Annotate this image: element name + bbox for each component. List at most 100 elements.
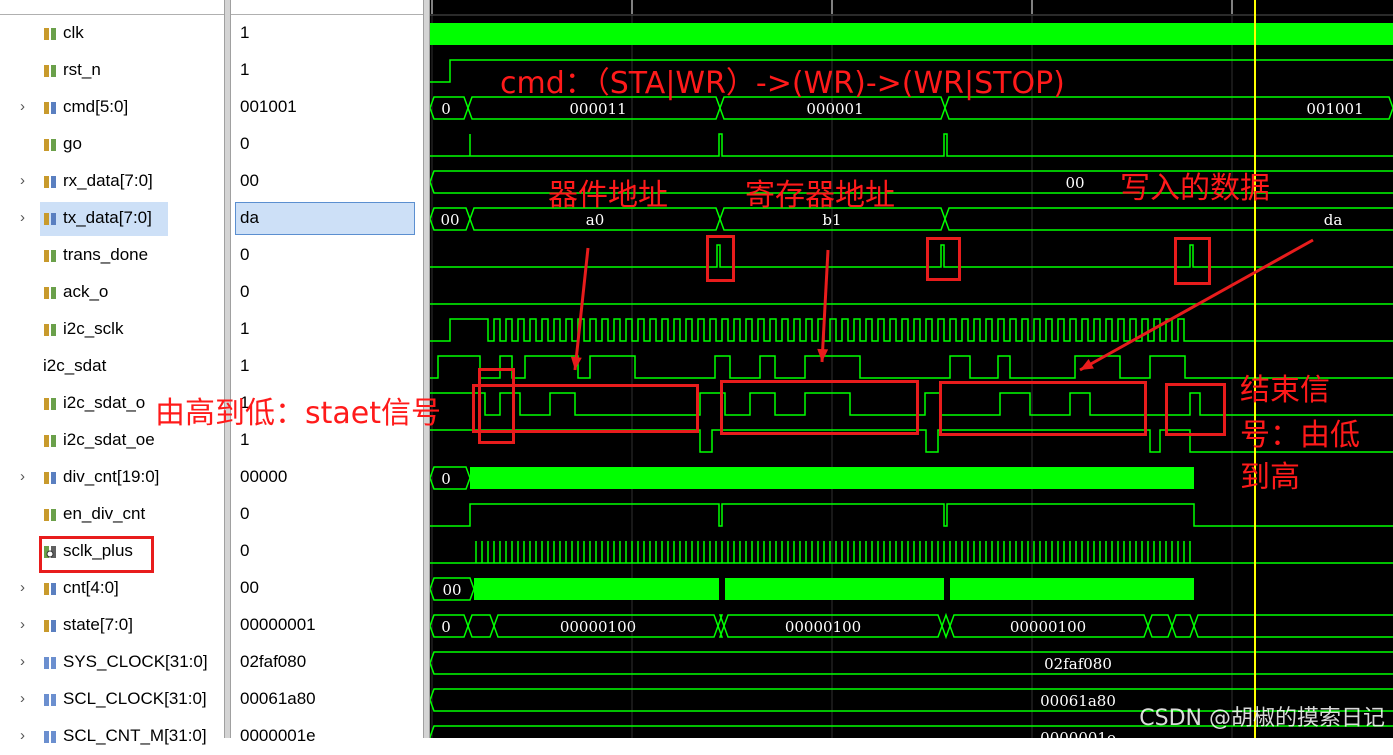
signal-name: SCL_CLOCK[31:0] (63, 689, 207, 708)
value-row[interactable]: 0 (231, 126, 423, 163)
signal-name: tx_data[7:0] (63, 208, 152, 227)
div-cnt-value-label: 0 (441, 470, 451, 488)
signal-value: 1 (240, 23, 250, 42)
annotation-device-addr: 器件地址 (548, 178, 668, 213)
expand-chevron-icon[interactable]: › (20, 209, 25, 226)
expand-chevron-icon[interactable]: › (20, 616, 25, 633)
bus-icon (44, 213, 56, 225)
signal-value: 00000 (240, 467, 288, 486)
highlight-trans-done-3 (1174, 237, 1211, 285)
signal-row[interactable]: go (0, 126, 224, 163)
expand-chevron-icon[interactable]: › (20, 653, 25, 670)
signal-name: cnt[4:0] (63, 578, 119, 597)
signal-row[interactable]: › rx_data[7:0] (0, 163, 224, 200)
annotation-reg-addr: 寄存器地址 (745, 178, 895, 213)
annotation-stop-signal-line3: 到高 (1240, 460, 1300, 495)
value-row[interactable]: 00 (231, 163, 423, 200)
cnt-value-label: 00 (442, 581, 461, 599)
value-row[interactable]: 0000001e (231, 718, 423, 755)
names-pane-header (0, 0, 224, 15)
highlight-stop-condition (1165, 383, 1226, 436)
signal-value: 1 (240, 319, 250, 338)
signal-value: 00000001 (240, 615, 316, 634)
signal-row[interactable]: › cmd[5:0] (0, 89, 224, 126)
signal-name: div_cnt[19:0] (63, 467, 160, 486)
value-selection-box (235, 202, 415, 235)
signal-names-pane: clk rst_n › cmd[5:0] go › rx_data[7:0] › tx… (0, 0, 224, 745)
signal-row[interactable]: i2c_sdat (0, 348, 224, 385)
signal-row[interactable]: › cnt[4:0] (0, 570, 224, 607)
bit-icon (44, 28, 56, 40)
bus-icon (44, 472, 56, 484)
signal-row[interactable]: › SCL_CLOCK[31:0] (0, 681, 224, 718)
value-row[interactable]: da (231, 200, 423, 237)
expand-chevron-icon[interactable]: › (20, 98, 25, 115)
annotation-start-signal: 由高到低：staet信号 (155, 396, 441, 431)
highlight-sclk-plus (39, 536, 154, 573)
signal-row[interactable]: › tx_data[7:0] (0, 200, 224, 237)
signal-value: 0 (240, 504, 250, 523)
cnt-activity (950, 578, 1194, 600)
value-row[interactable]: 00 (231, 570, 423, 607)
signal-name: i2c_sclk (63, 319, 124, 338)
signal-row[interactable]: rst_n (0, 52, 224, 89)
highlight-trans-done-2 (926, 237, 961, 281)
signal-row[interactable]: › SYS_CLOCK[31:0] (0, 644, 224, 681)
signal-name: i2c_sdat_oe (63, 430, 155, 449)
time-ruler (430, 0, 1393, 15)
signal-value: 0 (240, 282, 250, 301)
annotation-write-data: 写入的数据 (1120, 171, 1270, 206)
value-row[interactable]: 0 (231, 274, 423, 311)
signal-row[interactable]: i2c_sclk (0, 311, 224, 348)
bit-icon (44, 250, 56, 262)
cmd-value-label: 000011 (569, 100, 626, 118)
expand-chevron-icon[interactable]: › (20, 690, 25, 707)
expand-chevron-icon[interactable]: › (20, 579, 25, 596)
expand-chevron-icon[interactable]: › (20, 727, 25, 744)
highlight-reg-addr-bits (720, 380, 919, 435)
pane-splitter-left[interactable] (224, 0, 231, 738)
values-pane-header (231, 0, 423, 15)
param-icon (44, 657, 56, 669)
value-row[interactable]: 1 (231, 348, 423, 385)
param-icon (44, 731, 56, 743)
signal-row[interactable]: › SCL_CNT_M[31:0] (0, 718, 224, 755)
signal-row[interactable]: trans_done (0, 237, 224, 274)
annotation-cmd-sequence: cmd：（STA|WR）->(WR)->(WR|STOP) (500, 66, 1065, 101)
cmd-value-label: 000001 (806, 100, 863, 118)
param-icon (44, 694, 56, 706)
value-row[interactable]: 00000001 (231, 607, 423, 644)
signal-row[interactable]: › state[7:0] (0, 607, 224, 644)
signal-name: rx_data[7:0] (63, 171, 153, 190)
signal-value: 02faf080 (240, 652, 307, 671)
annotation-stop-signal-line2: 号：由低 (1240, 418, 1360, 453)
value-row[interactable]: 1 (231, 15, 423, 52)
annotation-stop-signal-line1: 结束信 (1240, 373, 1330, 408)
value-row[interactable]: 00061a80 (231, 681, 423, 718)
pane-splitter-right[interactable] (423, 0, 430, 738)
expand-chevron-icon[interactable]: › (20, 172, 25, 189)
value-row[interactable]: 0 (231, 496, 423, 533)
value-row[interactable]: 001001 (231, 89, 423, 126)
bus-icon (44, 102, 56, 114)
signal-row[interactable]: en_div_cnt (0, 496, 224, 533)
value-row[interactable]: 0 (231, 237, 423, 274)
value-row[interactable]: 1 (231, 311, 423, 348)
signal-name: cmd[5:0] (63, 97, 129, 116)
watermark: CSDN @胡椒的摸索日记 (1139, 706, 1385, 731)
signal-value: 0 (240, 245, 250, 264)
state-value-label: 00000100 (560, 618, 636, 636)
signal-name: trans_done (63, 245, 149, 264)
signal-row[interactable]: clk (0, 15, 224, 52)
value-row[interactable]: 02faf080 (231, 644, 423, 681)
value-row[interactable]: 00000 (231, 459, 423, 496)
expand-chevron-icon[interactable]: › (20, 468, 25, 485)
tx-data-value-label: 00 (440, 211, 459, 229)
signal-name: i2c_sdat_o (63, 393, 146, 412)
value-row[interactable]: 1 (231, 52, 423, 89)
cmd-value-label: 001001 (1306, 100, 1363, 118)
signal-row[interactable]: › div_cnt[19:0] (0, 459, 224, 496)
signal-row[interactable]: ack_o (0, 274, 224, 311)
highlight-trans-done-1 (706, 235, 735, 282)
value-row[interactable]: 0 (231, 533, 423, 570)
